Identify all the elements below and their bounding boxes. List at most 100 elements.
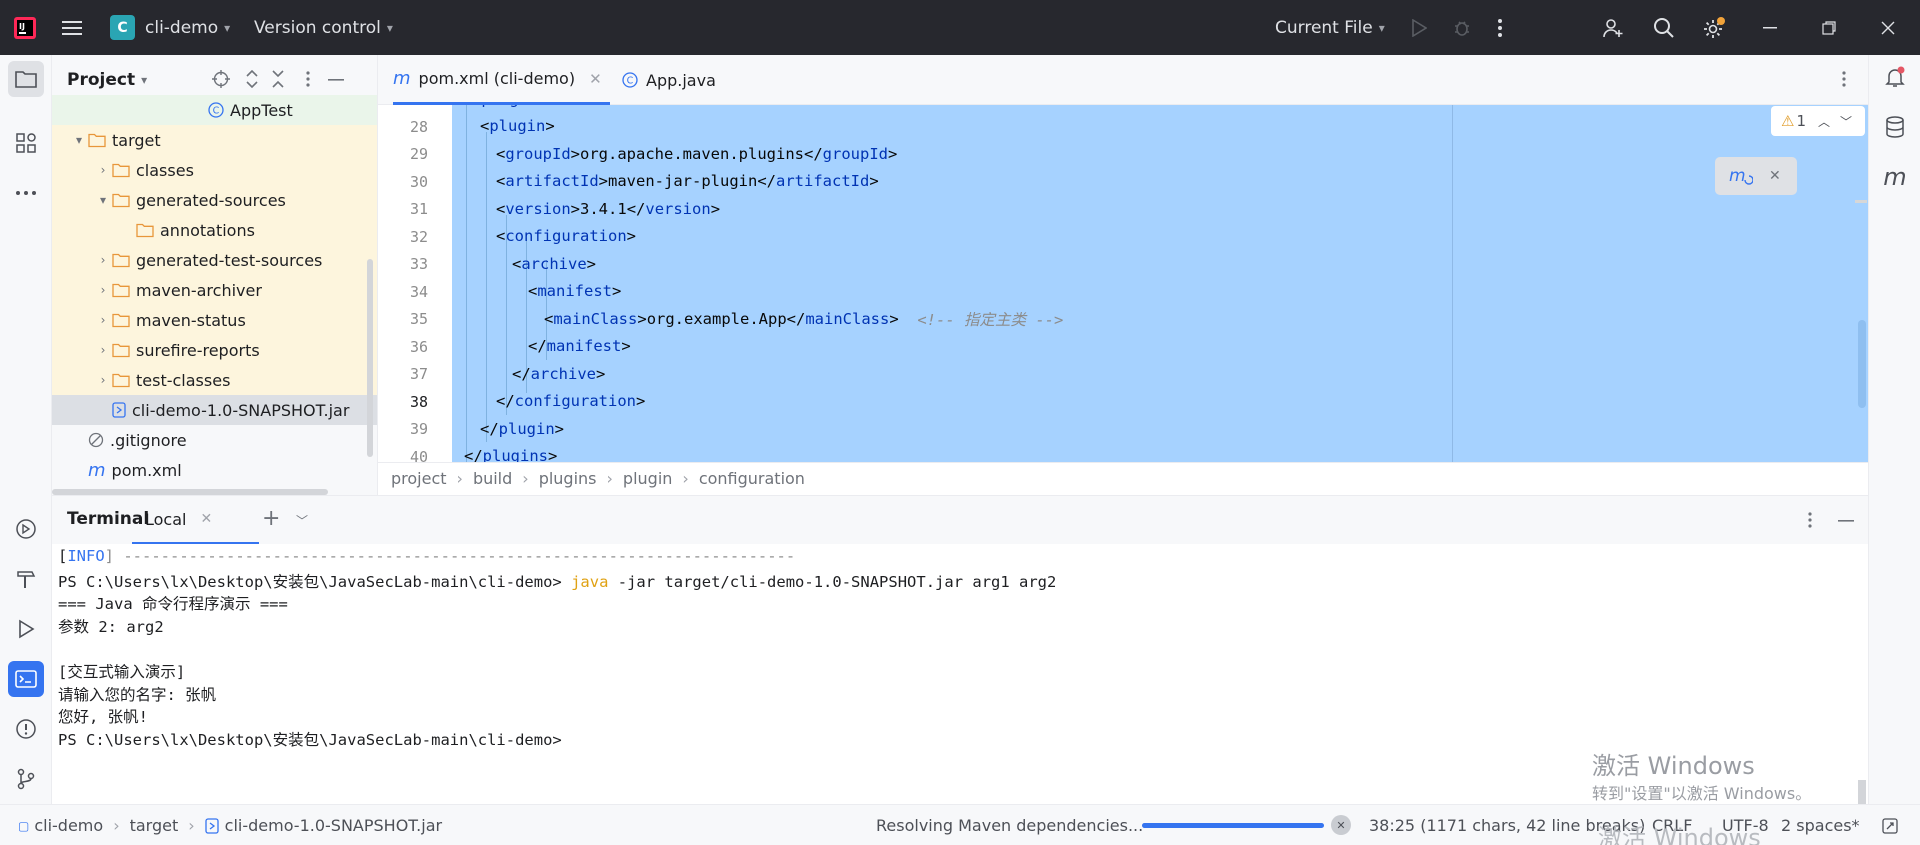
chevron-right-icon[interactable]: › xyxy=(94,373,112,387)
terminal-tool-button[interactable] xyxy=(8,661,44,697)
terminal-output[interactable]: [INFO] ---------------------------------… xyxy=(52,544,1868,804)
tree-item[interactable]: ▾ target xyxy=(52,125,377,155)
path-segment[interactable]: cli-demo xyxy=(34,816,103,835)
tree-item[interactable]: › test-classes xyxy=(52,365,377,395)
breadcrumb-item[interactable]: project xyxy=(391,469,447,488)
new-terminal-icon[interactable]: + xyxy=(262,506,280,531)
path-segment[interactable]: cli-demo-1.0-SNAPSHOT.jar xyxy=(225,816,442,835)
database-button[interactable] xyxy=(1877,109,1913,145)
expand-all-icon[interactable] xyxy=(245,70,259,88)
code-line[interactable]: < manifest > xyxy=(452,278,1852,305)
tree-vertical-scrollbar[interactable] xyxy=(367,259,373,457)
close-popup-icon[interactable]: ✕ xyxy=(1769,168,1781,184)
tree-item[interactable]: m pom.xml xyxy=(52,455,377,485)
background-task[interactable]: Resolving Maven dependencies... xyxy=(876,805,1143,845)
run-tool-button[interactable] xyxy=(8,611,44,647)
settings-gear-icon[interactable] xyxy=(1702,0,1726,55)
chevron-right-icon[interactable]: › xyxy=(94,343,112,357)
hide-terminal-icon[interactable] xyxy=(1838,520,1854,522)
tree-item[interactable]: C AppTest xyxy=(52,95,377,125)
terminal-tab-local[interactable]: Local ✕ xyxy=(132,496,259,545)
code-line[interactable]: < archive > xyxy=(452,250,1852,277)
chevron-right-icon[interactable]: › xyxy=(94,283,112,297)
code-line[interactable]: <plugins> xyxy=(452,105,1852,112)
chevron-right-icon[interactable]: › xyxy=(94,253,112,267)
terminal-scrollbar[interactable] xyxy=(1858,780,1866,804)
close-tab-icon[interactable]: ✕ xyxy=(200,511,212,527)
project-panel-title[interactable]: Project xyxy=(67,70,135,90)
code-area[interactable]: <plugins><plugin><groupId>org.apache.mav… xyxy=(452,105,1868,462)
git-tool-button[interactable] xyxy=(8,761,44,797)
breadcrumb-item[interactable]: plugin xyxy=(623,469,672,488)
code-line[interactable]: </plugins > xyxy=(452,443,1852,462)
tree-item[interactable]: cli-demo-1.0-SNAPSHOT.jar xyxy=(52,395,377,425)
more-tools-button[interactable] xyxy=(8,175,44,211)
debug-icon[interactable] xyxy=(1452,0,1472,55)
run-config-selector[interactable]: Current File ▾ xyxy=(1275,0,1385,55)
tree-item[interactable]: › surefire-reports xyxy=(52,335,377,365)
main-menu-icon[interactable] xyxy=(62,0,82,55)
code-line[interactable]: < version >3.4.1 </version > xyxy=(452,195,1852,222)
search-icon[interactable] xyxy=(1653,0,1675,55)
inspection-widget[interactable]: ⚠ 1 ︿ ﹀ xyxy=(1771,106,1865,136)
next-highlight-icon[interactable]: ﹀ xyxy=(1840,113,1852,130)
tree-item[interactable]: › generated-test-sources xyxy=(52,245,377,275)
tab-pom-xml[interactable]: m pom.xml (cli-demo) ✕ xyxy=(393,55,610,105)
code-editor[interactable]: 2728293031323334353637383940 <plugins><p… xyxy=(378,105,1868,462)
terminal-options-icon[interactable] xyxy=(1808,511,1812,529)
tree-item[interactable]: › maven-status xyxy=(52,305,377,335)
tree-item[interactable]: ▾ generated-sources xyxy=(52,185,377,215)
chevron-down-icon[interactable]: ﹀ xyxy=(296,512,308,529)
code-line[interactable]: < plugin > xyxy=(452,113,1852,140)
chevron-right-icon[interactable]: › xyxy=(94,313,112,327)
code-line[interactable]: < groupId > org.apache.maven.plugins </group… xyxy=(452,140,1852,167)
code-line[interactable]: </plugin > xyxy=(452,415,1852,442)
path-segment[interactable]: target xyxy=(130,816,179,835)
problems-tool-button[interactable] xyxy=(8,711,44,747)
maven-tool-button[interactable]: m xyxy=(1877,159,1913,195)
breadcrumb-item[interactable]: plugins xyxy=(539,469,597,488)
code-line[interactable]: < artifactId > maven-jar-plugin </artifactId… xyxy=(452,168,1852,195)
notifications-button[interactable] xyxy=(1877,59,1913,95)
chevron-down-icon[interactable]: ▾ xyxy=(141,73,147,87)
maven-reload-icon[interactable]: m xyxy=(1729,166,1753,186)
close-window-icon[interactable] xyxy=(1881,0,1895,55)
collapse-all-icon[interactable] xyxy=(271,70,285,88)
indent-setting[interactable]: 2 spaces* xyxy=(1781,805,1860,845)
app-logo-icon[interactable]: IJ xyxy=(14,0,36,55)
panel-options-icon[interactable] xyxy=(306,70,310,88)
locate-icon[interactable] xyxy=(212,70,230,88)
restore-icon[interactable] xyxy=(1822,0,1836,55)
previous-highlight-icon[interactable]: ︿ xyxy=(1818,113,1830,130)
tree-item[interactable]: .gitignore xyxy=(52,425,377,455)
project-switcher[interactable]: C cli-demo ▾ xyxy=(110,0,230,55)
add-user-icon[interactable] xyxy=(1602,0,1624,55)
chevron-down-icon[interactable]: ▾ xyxy=(70,133,88,147)
project-tool-button[interactable] xyxy=(8,61,44,97)
code-line[interactable]: </manifest > xyxy=(452,333,1852,360)
code-line[interactable]: < configuration > xyxy=(452,223,1852,250)
cancel-task-icon[interactable]: ✕ xyxy=(1331,815,1351,835)
chevron-right-icon[interactable]: › xyxy=(94,163,112,177)
code-line[interactable]: < mainClass > org.example.App </mainClass > <… xyxy=(452,305,1852,332)
chevron-down-icon[interactable]: ▾ xyxy=(94,193,112,207)
code-line[interactable]: </archive > xyxy=(452,360,1852,387)
close-tab-icon[interactable]: ✕ xyxy=(589,70,602,88)
tree-item[interactable]: annotations xyxy=(52,215,377,245)
more-actions-icon[interactable] xyxy=(1498,0,1502,55)
readonly-lock-icon[interactable] xyxy=(1882,805,1898,845)
breadcrumb-item[interactable]: configuration xyxy=(699,469,805,488)
editor-scrollbar[interactable] xyxy=(1858,320,1866,408)
structure-tool-button[interactable] xyxy=(8,125,44,161)
tree-item[interactable]: › maven-archiver xyxy=(52,275,377,305)
tab-app-java[interactable]: C App.java xyxy=(622,55,716,105)
run-icon[interactable] xyxy=(1411,0,1427,55)
build-tool-button[interactable] xyxy=(8,561,44,597)
tree-item[interactable]: › classes xyxy=(52,155,377,185)
services-tool-button[interactable] xyxy=(8,511,44,547)
vcs-menu[interactable]: Version control ▾ xyxy=(254,0,393,55)
code-line[interactable]: </configuration > xyxy=(452,388,1852,415)
minimize-icon[interactable] xyxy=(1763,0,1777,55)
tabs-options-icon[interactable] xyxy=(1842,70,1846,88)
hide-panel-icon[interactable] xyxy=(328,79,344,81)
